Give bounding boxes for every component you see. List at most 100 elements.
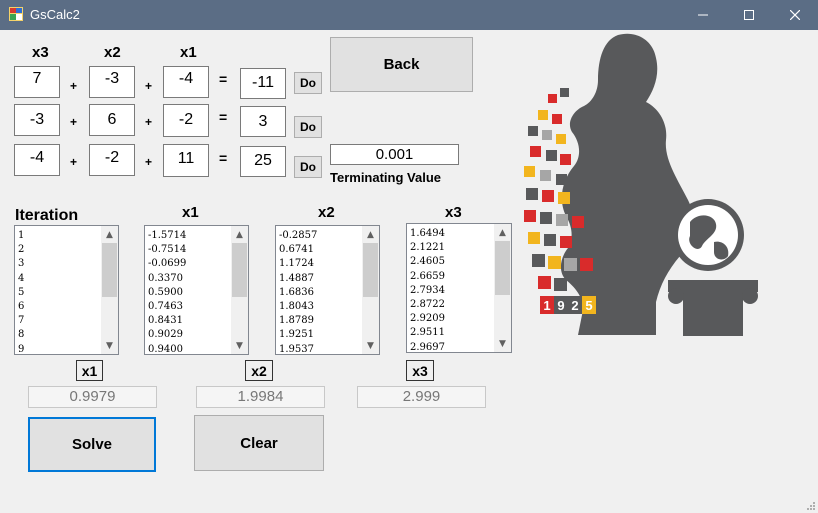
plus-sign: + bbox=[145, 79, 153, 93]
list-item[interactable]: 2.6659 bbox=[410, 270, 445, 284]
header-x1: x1 bbox=[180, 44, 197, 61]
list-item[interactable]: 1.9537 bbox=[279, 343, 317, 354]
x3-listbox[interactable]: 1.6494 2.1221 2.4605 2.6659 2.7934 2.872… bbox=[406, 223, 512, 353]
scrollbar[interactable]: ▲ ▼ bbox=[231, 226, 248, 354]
scroll-thumb[interactable] bbox=[363, 243, 378, 297]
list-item[interactable]: 4 bbox=[18, 272, 24, 286]
close-button[interactable] bbox=[772, 0, 818, 30]
result-value-x3: 2.999 bbox=[357, 386, 486, 408]
scroll-down-icon[interactable]: ▼ bbox=[101, 337, 118, 354]
result-label-x3: x3 bbox=[406, 360, 434, 381]
eq3-constant[interactable]: 25 bbox=[240, 146, 286, 177]
eq2-constant[interactable]: 3 bbox=[240, 106, 286, 137]
x2-listbox[interactable]: -0.2857 0.6741 1.1724 1.4887 1.6836 1.80… bbox=[275, 225, 380, 355]
scroll-up-icon[interactable]: ▲ bbox=[494, 224, 511, 241]
eq1-coef-x1[interactable]: -4 bbox=[163, 66, 209, 98]
list-item[interactable]: 8 bbox=[18, 328, 24, 342]
list-header-x3: x3 bbox=[445, 204, 462, 221]
list-item[interactable]: 0.5900 bbox=[148, 286, 186, 300]
list-item[interactable]: 1.8043 bbox=[279, 300, 317, 314]
x1-listbox[interactable]: -1.5714 -0.7514 -0.0699 0.3370 0.5900 0.… bbox=[144, 225, 249, 355]
scrollbar[interactable]: ▲ ▼ bbox=[362, 226, 379, 354]
list-item[interactable]: 2.4605 bbox=[410, 255, 445, 269]
list-item[interactable]: 0.9400 bbox=[148, 343, 186, 354]
scroll-up-icon[interactable]: ▲ bbox=[231, 226, 248, 243]
eq2-coef-x2[interactable]: 6 bbox=[89, 104, 135, 136]
clear-button[interactable]: Clear bbox=[194, 415, 324, 471]
list-item[interactable]: 1.9251 bbox=[279, 328, 317, 342]
list-item[interactable]: 2.9209 bbox=[410, 312, 445, 326]
list-item[interactable]: 0.3370 bbox=[148, 272, 186, 286]
eq1-coef-x3[interactable]: 7 bbox=[14, 66, 60, 98]
list-item[interactable]: 1.6836 bbox=[279, 286, 317, 300]
result-value-x2: 1.9984 bbox=[196, 386, 325, 408]
year-badge: 1 9 2 5 bbox=[540, 296, 596, 314]
scroll-up-icon[interactable]: ▲ bbox=[101, 226, 118, 243]
list-item[interactable]: 0.6741 bbox=[279, 243, 317, 257]
list-item[interactable]: 2.9697 bbox=[410, 341, 445, 352]
list-item[interactable]: 7 bbox=[18, 314, 24, 328]
resize-grip-icon[interactable] bbox=[806, 501, 816, 511]
plus-sign: + bbox=[70, 79, 78, 93]
list-item[interactable]: 1 bbox=[18, 229, 24, 243]
eq3-coef-x2[interactable]: -2 bbox=[89, 144, 135, 176]
list-item[interactable]: 2.8722 bbox=[410, 298, 445, 312]
plus-sign: + bbox=[70, 155, 78, 169]
terminating-value-input[interactable]: 0.001 bbox=[330, 144, 459, 165]
close-icon bbox=[790, 10, 800, 20]
list-item[interactable]: -1.5714 bbox=[148, 229, 186, 243]
plus-sign: + bbox=[145, 155, 153, 169]
equals-sign: = bbox=[219, 109, 228, 125]
list-item[interactable]: -0.7514 bbox=[148, 243, 186, 257]
eq1-constant[interactable]: -11 bbox=[240, 68, 286, 99]
list-item[interactable]: 2 bbox=[18, 243, 24, 257]
eq2-do-button[interactable]: Do bbox=[294, 116, 322, 138]
iteration-listbox[interactable]: 1 2 3 4 5 6 7 8 9 ▲ ▼ bbox=[14, 225, 119, 355]
scroll-thumb[interactable] bbox=[232, 243, 247, 297]
list-item[interactable]: 0.8431 bbox=[148, 314, 186, 328]
list-header-x2: x2 bbox=[318, 204, 335, 221]
scrollbar[interactable]: ▲ ▼ bbox=[101, 226, 118, 354]
list-item[interactable]: 3 bbox=[18, 257, 24, 271]
eq3-do-button[interactable]: Do bbox=[294, 156, 322, 178]
maximize-icon bbox=[744, 10, 754, 20]
scroll-down-icon[interactable]: ▼ bbox=[231, 337, 248, 354]
scroll-thumb[interactable] bbox=[102, 243, 117, 297]
list-item[interactable]: 2.9511 bbox=[410, 326, 445, 340]
list-item[interactable]: -0.0699 bbox=[148, 257, 186, 271]
iteration-header: Iteration bbox=[15, 207, 79, 224]
list-item[interactable]: 0.7463 bbox=[148, 300, 186, 314]
scroll-up-icon[interactable]: ▲ bbox=[362, 226, 379, 243]
list-item[interactable]: 5 bbox=[18, 286, 24, 300]
minimize-button[interactable] bbox=[680, 0, 726, 30]
maximize-button[interactable] bbox=[726, 0, 772, 30]
scrollbar[interactable]: ▲ ▼ bbox=[494, 224, 511, 352]
eq1-do-button[interactable]: Do bbox=[294, 72, 322, 94]
list-item[interactable]: 1.1724 bbox=[279, 257, 317, 271]
eq3-coef-x3[interactable]: -4 bbox=[14, 144, 60, 176]
list-item[interactable]: 9 bbox=[18, 343, 24, 354]
eq2-coef-x1[interactable]: -2 bbox=[163, 104, 209, 137]
year-digit: 9 bbox=[557, 298, 564, 313]
eq3-coef-x1[interactable]: 11 bbox=[163, 144, 209, 177]
list-item[interactable]: 0.9029 bbox=[148, 328, 186, 342]
list-item[interactable]: 6 bbox=[18, 300, 24, 314]
solve-button[interactable]: Solve bbox=[28, 417, 156, 472]
list-item[interactable]: 1.4887 bbox=[279, 272, 317, 286]
eq1-coef-x2[interactable]: -3 bbox=[89, 66, 135, 98]
scroll-down-icon[interactable]: ▼ bbox=[494, 335, 511, 352]
pedestal bbox=[668, 280, 758, 336]
scroll-thumb[interactable] bbox=[495, 241, 510, 295]
list-item[interactable]: 1.6494 bbox=[410, 227, 445, 241]
list-item[interactable]: 2.7934 bbox=[410, 284, 445, 298]
scroll-down-icon[interactable]: ▼ bbox=[362, 337, 379, 354]
eq2-coef-x3[interactable]: -3 bbox=[14, 104, 60, 136]
year-digit: 2 bbox=[571, 298, 578, 313]
title-bar: GsCalc2 bbox=[0, 0, 818, 30]
list-item[interactable]: 1.8789 bbox=[279, 314, 317, 328]
list-item[interactable]: -0.2857 bbox=[279, 229, 317, 243]
back-button[interactable]: Back bbox=[330, 37, 473, 92]
list-header-x1: x1 bbox=[182, 204, 199, 221]
plus-sign: + bbox=[70, 115, 78, 129]
list-item[interactable]: 2.1221 bbox=[410, 241, 445, 255]
